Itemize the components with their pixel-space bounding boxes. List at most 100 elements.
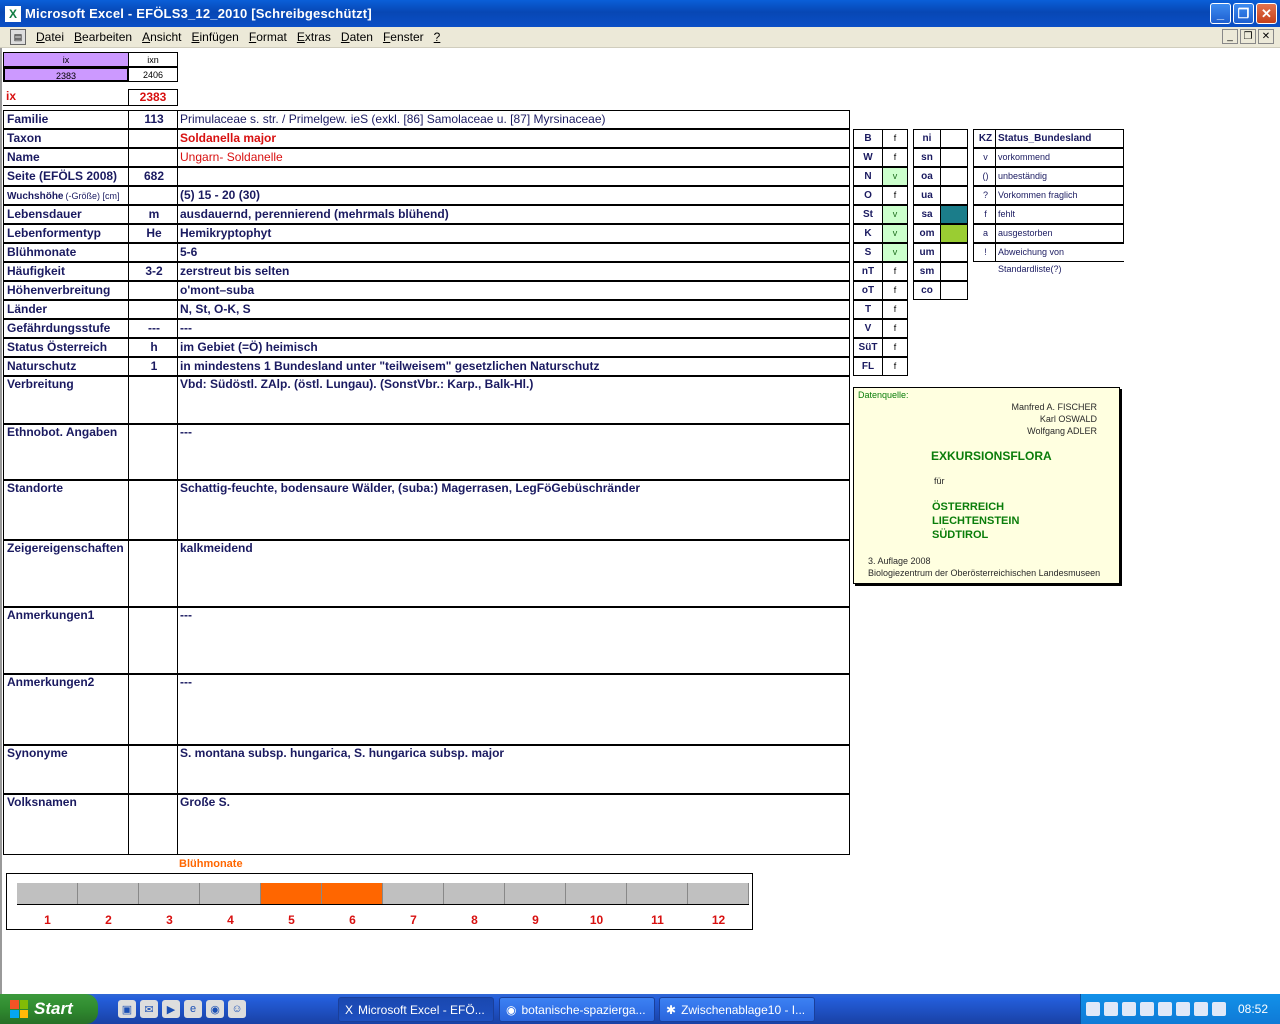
- row-value[interactable]: ---: [177, 674, 850, 745]
- row-value[interactable]: [177, 167, 850, 186]
- antivirus-icon[interactable]: [1211, 1002, 1226, 1016]
- row-value[interactable]: Große S.: [177, 794, 850, 855]
- row-code[interactable]: 113: [128, 110, 178, 129]
- altitude-fill[interactable]: [940, 148, 968, 167]
- document-icon[interactable]: ▤: [10, 29, 26, 45]
- outlook-icon[interactable]: ✉: [140, 1000, 158, 1018]
- row-code[interactable]: 1: [128, 357, 178, 376]
- row-label[interactable]: Synonyme: [3, 745, 129, 794]
- row-label[interactable]: Verbreitung: [3, 376, 129, 424]
- altitude-fill[interactable]: [940, 243, 968, 262]
- row-value[interactable]: N, St, O-K, S: [177, 300, 850, 319]
- menu-extras[interactable]: Extras: [293, 30, 337, 44]
- row-value[interactable]: Soldanella major: [177, 129, 850, 148]
- state-code[interactable]: T: [853, 300, 883, 319]
- row-code[interactable]: [128, 281, 178, 300]
- row-label[interactable]: Lebensdauer: [3, 205, 129, 224]
- state-code[interactable]: O: [853, 186, 883, 205]
- kz-key[interactable]: f: [973, 205, 996, 224]
- row-label[interactable]: Naturschutz: [3, 357, 129, 376]
- row-value[interactable]: Primulaceae s. str. / Primelgew. ieS (ex…: [177, 110, 850, 129]
- row-code[interactable]: [128, 607, 178, 674]
- altitude-code[interactable]: sm: [913, 262, 941, 281]
- row-label[interactable]: Seite (EFÖLS 2008): [3, 167, 129, 186]
- internet-explorer-icon[interactable]: e: [184, 1000, 202, 1018]
- menu-daten[interactable]: Daten: [337, 30, 379, 44]
- altitude-code[interactable]: ni: [913, 129, 941, 148]
- altitude-code[interactable]: co: [913, 281, 941, 300]
- row-value[interactable]: ---: [177, 424, 850, 480]
- row-code[interactable]: [128, 745, 178, 794]
- state-status[interactable]: f: [882, 148, 908, 167]
- row-code[interactable]: [128, 674, 178, 745]
- row-label[interactable]: Anmerkungen2: [3, 674, 129, 745]
- row-code[interactable]: [128, 129, 178, 148]
- state-code[interactable]: S: [853, 243, 883, 262]
- row-code[interactable]: [128, 376, 178, 424]
- row-value[interactable]: S. montana subsp. hungarica, S. hungaric…: [177, 745, 850, 794]
- volume-icon[interactable]: [1103, 1002, 1118, 1016]
- row-code[interactable]: [128, 480, 178, 540]
- kz-text[interactable]: fehlt: [995, 205, 1124, 224]
- state-status[interactable]: f: [882, 129, 908, 148]
- menu-format[interactable]: Format: [245, 30, 293, 44]
- state-code[interactable]: St: [853, 205, 883, 224]
- state-status[interactable]: f: [882, 338, 908, 357]
- state-status[interactable]: f: [882, 300, 908, 319]
- row-value[interactable]: kalkmeidend: [177, 540, 850, 607]
- ix-header[interactable]: ix: [3, 52, 129, 67]
- state-status[interactable]: f: [882, 319, 908, 338]
- kz-text[interactable]: Vorkommen fraglich: [995, 186, 1124, 205]
- state-code[interactable]: oT: [853, 281, 883, 300]
- row-label[interactable]: Anmerkungen1: [3, 607, 129, 674]
- messenger-icon[interactable]: ☺: [228, 1000, 246, 1018]
- media-player-icon[interactable]: ▶: [162, 1000, 180, 1018]
- row-code[interactable]: [128, 794, 178, 855]
- kz-text[interactable]: Abweichung von Standardliste(?): [995, 243, 1124, 274]
- state-code[interactable]: W: [853, 148, 883, 167]
- workbook-restore-button[interactable]: ❐: [1240, 29, 1256, 44]
- ixn-header[interactable]: ixn: [128, 52, 178, 67]
- ixn-cell[interactable]: 2406: [128, 67, 178, 82]
- row-code[interactable]: ---: [128, 319, 178, 338]
- kz-text[interactable]: unbeständig: [995, 167, 1124, 186]
- altitude-fill[interactable]: [940, 281, 968, 300]
- state-code[interactable]: N: [853, 167, 883, 186]
- row-value[interactable]: Schattig-feuchte, bodensaure Wälder, (su…: [177, 480, 850, 540]
- menu-einfügen[interactable]: Einfügen: [187, 30, 244, 44]
- status-header[interactable]: Status_Bundesland: [995, 129, 1124, 148]
- shield-icon[interactable]: [1157, 1002, 1172, 1016]
- menu-bearbeiten[interactable]: Bearbeiten: [70, 30, 138, 44]
- row-code[interactable]: [128, 186, 178, 205]
- taskbar-clipboard[interactable]: ✱ Zwischenablage10 - I...: [659, 997, 815, 1022]
- row-value[interactable]: Vbd: Südöstl. ZAlp. (östl. Lungau). (Son…: [177, 376, 850, 424]
- ix-cell[interactable]: 2383: [3, 67, 129, 82]
- state-status[interactable]: v: [882, 205, 908, 224]
- row-value[interactable]: 5-6: [177, 243, 850, 262]
- kz-header[interactable]: KZ: [973, 129, 996, 148]
- taskbar-excel[interactable]: X Microsoft Excel - EFÖ...: [338, 997, 494, 1022]
- excel-icon[interactable]: X: [5, 5, 21, 22]
- firefox-icon[interactable]: ◉: [206, 1000, 224, 1018]
- altitude-code[interactable]: oa: [913, 167, 941, 186]
- start-button[interactable]: Start: [0, 994, 98, 1024]
- altitude-code[interactable]: om: [913, 224, 941, 243]
- security-icon[interactable]: [1139, 1002, 1154, 1016]
- row-label[interactable]: Standorte: [3, 480, 129, 540]
- row-label[interactable]: Taxon: [3, 129, 129, 148]
- menu-help[interactable]: ?: [430, 30, 447, 44]
- state-status[interactable]: f: [882, 357, 908, 376]
- row-code[interactable]: [128, 148, 178, 167]
- row-code[interactable]: [128, 424, 178, 480]
- row-label[interactable]: Lebenformentyp: [3, 224, 129, 243]
- state-status[interactable]: v: [882, 224, 908, 243]
- minimize-button[interactable]: _: [1210, 3, 1231, 24]
- close-button[interactable]: ✕: [1256, 3, 1277, 24]
- menu-ansicht[interactable]: Ansicht: [138, 30, 187, 44]
- row-code[interactable]: 682: [128, 167, 178, 186]
- altitude-code[interactable]: sa: [913, 205, 941, 224]
- update-icon[interactable]: [1175, 1002, 1190, 1016]
- row-label[interactable]: Gefährdungsstufe: [3, 319, 129, 338]
- kz-key[interactable]: a: [973, 224, 996, 243]
- altitude-fill[interactable]: [940, 205, 968, 224]
